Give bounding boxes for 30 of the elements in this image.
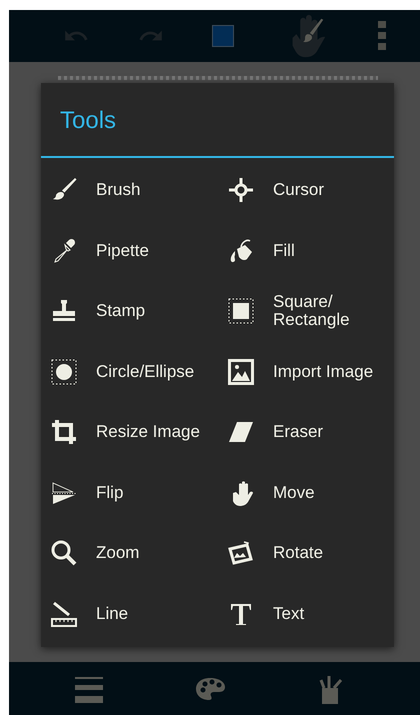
- tool-item[interactable]: Brush: [50, 160, 227, 220]
- tool-item[interactable]: Rotate: [227, 523, 394, 584]
- crop-icon: [50, 418, 78, 446]
- tool-item[interactable]: Cursor: [227, 160, 394, 220]
- tool-item[interactable]: Pipette: [50, 220, 227, 281]
- square-selection-icon: [227, 297, 255, 326]
- menu-icon[interactable]: [75, 674, 104, 702]
- tool-item[interactable]: Flip: [50, 462, 227, 523]
- dialog-title: Tools: [41, 83, 394, 158]
- crosshair-icon: [227, 176, 255, 204]
- color-swatch-icon[interactable]: [212, 25, 234, 47]
- circle-selection-icon: [50, 358, 78, 386]
- tool-item[interactable]: Fill: [227, 220, 394, 281]
- overflow-menu-icon[interactable]: [378, 21, 386, 51]
- magnifier-icon: [50, 539, 78, 568]
- brush-cup-icon[interactable]: [318, 674, 344, 704]
- palette-icon[interactable]: [195, 676, 226, 700]
- tool-item[interactable]: Circle/Ellipse: [50, 342, 227, 402]
- image-icon: [227, 358, 255, 386]
- tool-item[interactable]: Line: [50, 584, 227, 644]
- tool-item[interactable]: Import Image: [227, 342, 394, 402]
- ruler-line-icon: [50, 600, 78, 628]
- tool-item[interactable]: Text: [227, 584, 394, 644]
- tool-item[interactable]: Move: [227, 462, 394, 523]
- tool-item[interactable]: Square/ Rectangle: [227, 281, 394, 342]
- tool-item[interactable]: Zoom: [50, 523, 227, 584]
- tool-item[interactable]: Eraser: [227, 402, 394, 462]
- tool-item[interactable]: Resize Image: [50, 402, 227, 462]
- rotate-icon: [227, 539, 255, 568]
- tool-item[interactable]: Stamp: [50, 281, 227, 342]
